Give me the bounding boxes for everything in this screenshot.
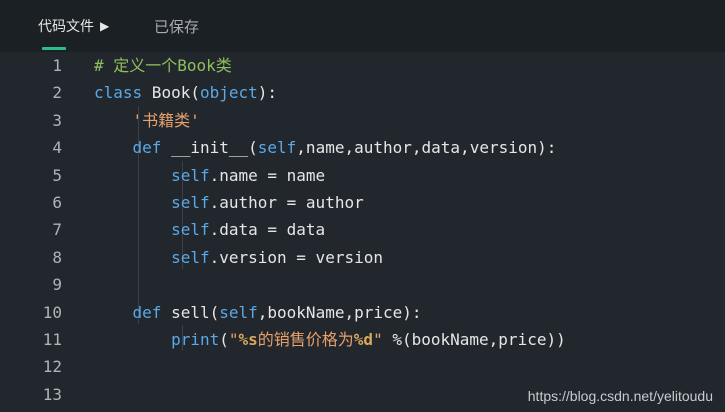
line-number: 5 [52, 165, 62, 185]
line-number: 6 [52, 193, 62, 212]
code-token: print [171, 330, 220, 349]
editor-header: 代码文件 ▶ 已保存 [0, 0, 725, 52]
code-line: self.version = version [94, 244, 383, 271]
line-number: 12 [42, 357, 62, 377]
watermark: https://blog.csdn.net/yelitoudu [527, 388, 713, 404]
caret-right-icon[interactable]: ▶ [100, 19, 109, 33]
code-token: .author = author [209, 193, 364, 212]
file-tab[interactable]: 代码文件 ▶ [38, 16, 109, 36]
code-token: .version = version [209, 247, 383, 267]
code-token: object [199, 83, 258, 103]
line-number: 11 [42, 330, 62, 349]
active-tab-indicator [42, 47, 66, 50]
code-token: def [132, 138, 162, 158]
code-token: self [257, 138, 297, 158]
code-line: # 定义一个Book类 [94, 52, 232, 79]
code-token: 的销售价格为 [257, 330, 354, 349]
code-token: Book( [142, 83, 200, 103]
code-token: %s [238, 330, 258, 349]
save-status: 已保存 [154, 18, 200, 36]
code-token: self [171, 193, 210, 212]
code-token: '书籍类' [132, 110, 200, 130]
code-token: " [228, 330, 239, 349]
code-line: self.name = name [94, 162, 325, 189]
code-token: self [171, 220, 210, 240]
code-token: __init__( [161, 138, 258, 158]
code-editor[interactable]: 1 2 3 4 5 6 7 8 9 10 11 12 13 # 定义一个Book类 class Book(… [0, 52, 725, 412]
line-number: 8 [52, 247, 62, 267]
code-token: ,name,author,data,version): [296, 138, 557, 158]
code-token: class [94, 83, 143, 103]
code-token: self [171, 247, 210, 267]
code-line: print("%s的销售价格为%d" %(bookName,price)) [94, 326, 566, 353]
code-line: self.data = data [94, 216, 325, 243]
line-number-gutter: 1 2 3 4 5 6 7 8 9 10 11 12 13 [0, 52, 72, 412]
code-token: def [132, 302, 162, 322]
line-number: 1 [52, 56, 62, 75]
code-token: self [171, 165, 210, 185]
line-number: 9 [52, 275, 62, 295]
code-token: %d [353, 330, 374, 349]
code-line: def __init__(self,name,author,data,versi… [94, 134, 557, 161]
line-number: 4 [52, 138, 62, 158]
code-token: %(bookName,price)) [382, 330, 566, 349]
code-line: '书籍类' [94, 107, 200, 134]
code-token: .data = data [209, 220, 326, 240]
line-number: 3 [52, 110, 62, 130]
code-token: self [219, 302, 258, 322]
file-tab-label: 代码文件 [38, 19, 94, 35]
code-token: .name = name [209, 165, 326, 185]
line-number: 2 [52, 83, 62, 103]
code-line: def sell(self,bookName,price): [94, 299, 422, 326]
code-line: class Book(object): [94, 79, 277, 106]
line-number: 10 [42, 302, 62, 322]
line-number: 13 [42, 384, 62, 404]
code-token: ): [257, 83, 278, 103]
code-token: ,bookName,price): [257, 302, 422, 322]
code-line: self.author = author [94, 189, 364, 216]
line-number: 7 [52, 220, 62, 240]
code-token: sell( [161, 302, 220, 322]
code-token: ( [219, 330, 229, 349]
code-token: " [373, 330, 383, 349]
code-token: # 定义一个Book类 [94, 56, 232, 75]
